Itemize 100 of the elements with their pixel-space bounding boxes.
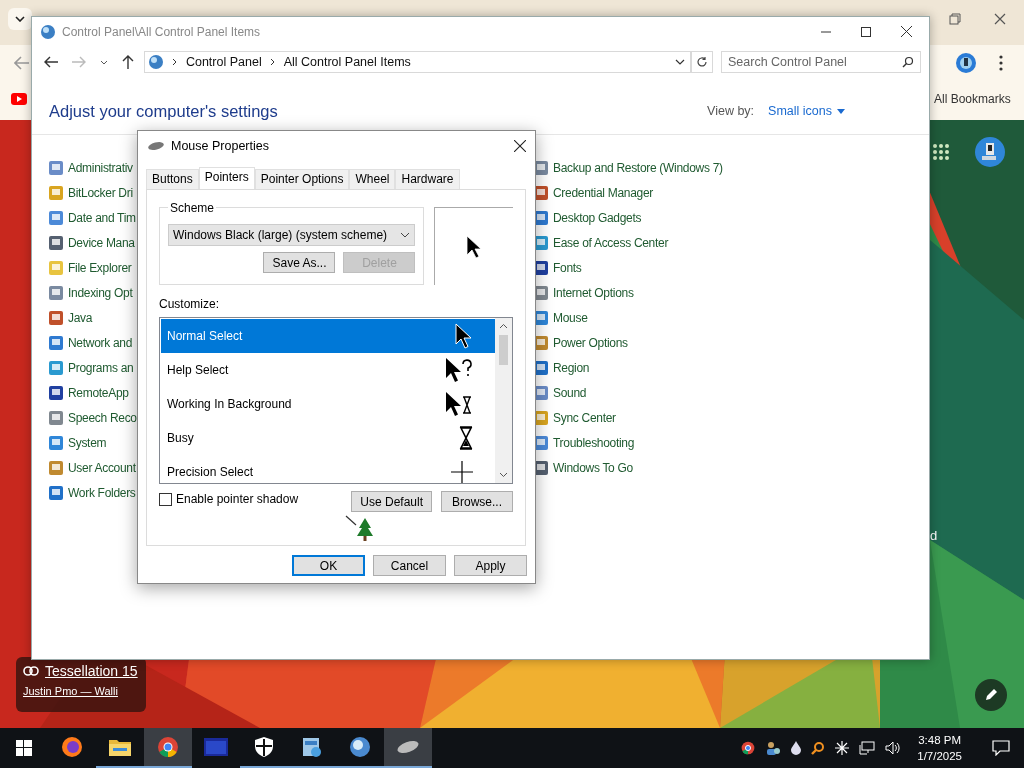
settings-item-link[interactable]: Mouse [553, 310, 588, 325]
scroll-up-icon[interactable] [499, 323, 508, 329]
back-icon[interactable] [44, 56, 58, 68]
shield-icon [255, 737, 273, 757]
refresh-button[interactable] [691, 51, 713, 73]
arrow-cursor-icon [455, 323, 473, 349]
scrollbar[interactable] [495, 318, 512, 483]
settings-item-link[interactable]: User Account [68, 460, 136, 475]
restore-icon[interactable] [949, 13, 961, 25]
tab[interactable]: Buttons [146, 169, 199, 189]
settings-item-link[interactable]: Troubleshooting [553, 435, 635, 450]
settings-tile-icon [48, 459, 64, 476]
caret-icon [837, 108, 845, 114]
settings-item-link[interactable]: File Explorer [68, 260, 132, 275]
scheme-dropdown[interactable]: Windows Black (large) (system scheme) [168, 224, 416, 246]
help-cursor-icon [445, 357, 473, 383]
chevron-icon [269, 58, 276, 66]
settings-item-link[interactable]: Credential Manager [553, 185, 653, 200]
settings-tile-icon [48, 159, 64, 176]
scroll-down-icon[interactable] [499, 472, 508, 478]
tab[interactable]: Hardware [395, 169, 460, 189]
settings-item-link[interactable]: System [68, 435, 107, 450]
settings-item-link[interactable]: Sync Center [553, 410, 616, 425]
search-icon[interactable] [811, 741, 826, 755]
settings-item-link[interactable]: Device Mana [68, 235, 135, 250]
settings-item-link[interactable]: Java [68, 310, 93, 325]
pointer-list[interactable]: Normal Select Help Select Working In Background Busy Precision Select [159, 317, 513, 484]
up-icon[interactable] [121, 55, 134, 69]
scroll-thumb[interactable] [499, 335, 508, 365]
settings-item-link[interactable]: Fonts [553, 260, 582, 275]
drop-icon[interactable] [791, 741, 802, 755]
close-icon[interactable] [901, 26, 912, 37]
pointer-row[interactable]: Precision Select [161, 455, 495, 483]
windows-icon [16, 740, 32, 756]
settings-item-link[interactable]: Date and Tim [68, 210, 136, 225]
apps-grid-icon[interactable] [932, 143, 950, 161]
caret-icon[interactable] [675, 59, 686, 65]
settings-item-link[interactable]: Power Options [553, 335, 628, 350]
refresh-icon [696, 56, 709, 68]
settings-item-link[interactable]: Administrativ [68, 160, 133, 175]
network-icon[interactable] [859, 741, 876, 755]
volume-icon[interactable] [885, 741, 902, 755]
dialog-button[interactable]: Apply [454, 555, 527, 576]
caret-icon [15, 16, 25, 22]
computer-icon[interactable] [974, 136, 1006, 168]
search-field[interactable]: Search Control Panel [721, 51, 921, 73]
chrome-icon[interactable] [741, 741, 756, 755]
settings-item-link[interactable]: Speech Reco [68, 410, 137, 425]
avatar-icon[interactable] [955, 52, 977, 74]
chrome-icon [157, 736, 179, 758]
settings-item-link[interactable]: Indexing Opt [68, 285, 133, 300]
maximize-icon[interactable] [861, 26, 871, 37]
window-title: Control Panel\All Control Panel Items [62, 24, 261, 39]
tab-list-button[interactable] [8, 8, 32, 30]
settings-tile-icon [48, 309, 64, 326]
close-icon[interactable] [514, 140, 526, 152]
settings-item-link[interactable]: Backup and Restore (Windows 7) [553, 160, 723, 175]
settings-item-link[interactable]: Work Folders [68, 485, 136, 500]
pointer-button[interactable]: Use Default [351, 491, 432, 512]
pointer-row[interactable]: Working In Background [161, 387, 495, 421]
menu-icon[interactable] [999, 55, 1003, 71]
settings-item-link[interactable]: Windows To Go [553, 460, 633, 475]
crosshair-icon [451, 461, 473, 483]
settings-item-link[interactable]: RemoteApp [68, 385, 129, 400]
tab[interactable]: Pointer Options [254, 169, 350, 189]
settings-item-link[interactable]: Network and [68, 335, 133, 350]
pointer-row[interactable]: Normal Select [161, 319, 495, 353]
notification-icon[interactable] [992, 740, 1010, 756]
address-bar[interactable]: Control Panel All Control Panel Items [143, 51, 692, 73]
wallpaper-title-link[interactable]: Tessellation 15 [45, 663, 138, 679]
settings-tile-icon [48, 209, 64, 226]
video-icon[interactable] [11, 93, 27, 105]
dialog-button[interactable]: Cancel [373, 555, 446, 576]
breadcrumb-item[interactable]: All Control Panel Items [283, 55, 411, 69]
settings-item-link[interactable]: Ease of Access Center [553, 235, 669, 250]
settings-item-link[interactable]: Region [553, 360, 590, 375]
globe-icon [147, 54, 164, 70]
settings-item-link[interactable]: Internet Options [553, 285, 634, 300]
close-icon[interactable] [994, 13, 1006, 25]
dialog-button[interactable]: OK [292, 555, 365, 576]
scheme-button[interactable]: Save As... [263, 252, 336, 273]
settings-item-link[interactable]: Desktop Gadgets [553, 210, 642, 225]
clock[interactable]: 3:48 PM 1/7/2025 [911, 732, 968, 764]
breadcrumb-item[interactable]: Control Panel [185, 55, 262, 69]
tab[interactable]: Wheel [349, 169, 396, 189]
settings-item-link[interactable]: Programs an [68, 360, 134, 375]
taskbar-app[interactable] [144, 728, 192, 768]
wallpaper-credit-link[interactable]: Justin Pmo — Walli [23, 685, 139, 697]
caret-icon[interactable] [99, 59, 108, 65]
settings-item-link[interactable]: Sound [553, 385, 587, 400]
settings-item-link[interactable]: BitLocker Dri [68, 185, 133, 200]
people-icon[interactable] [765, 740, 782, 756]
asterisk-icon[interactable] [835, 741, 850, 755]
checkbox[interactable] [159, 492, 172, 506]
view-by-dropdown[interactable]: Small icons [768, 104, 845, 118]
pointer-row[interactable]: Help Select [161, 353, 495, 387]
fox-icon [61, 736, 83, 758]
pointer-button[interactable]: Browse... [441, 491, 513, 512]
all-bookmarks-link[interactable]: All Bookmarks [934, 92, 1011, 106]
pointer-row[interactable]: Busy [161, 421, 495, 455]
